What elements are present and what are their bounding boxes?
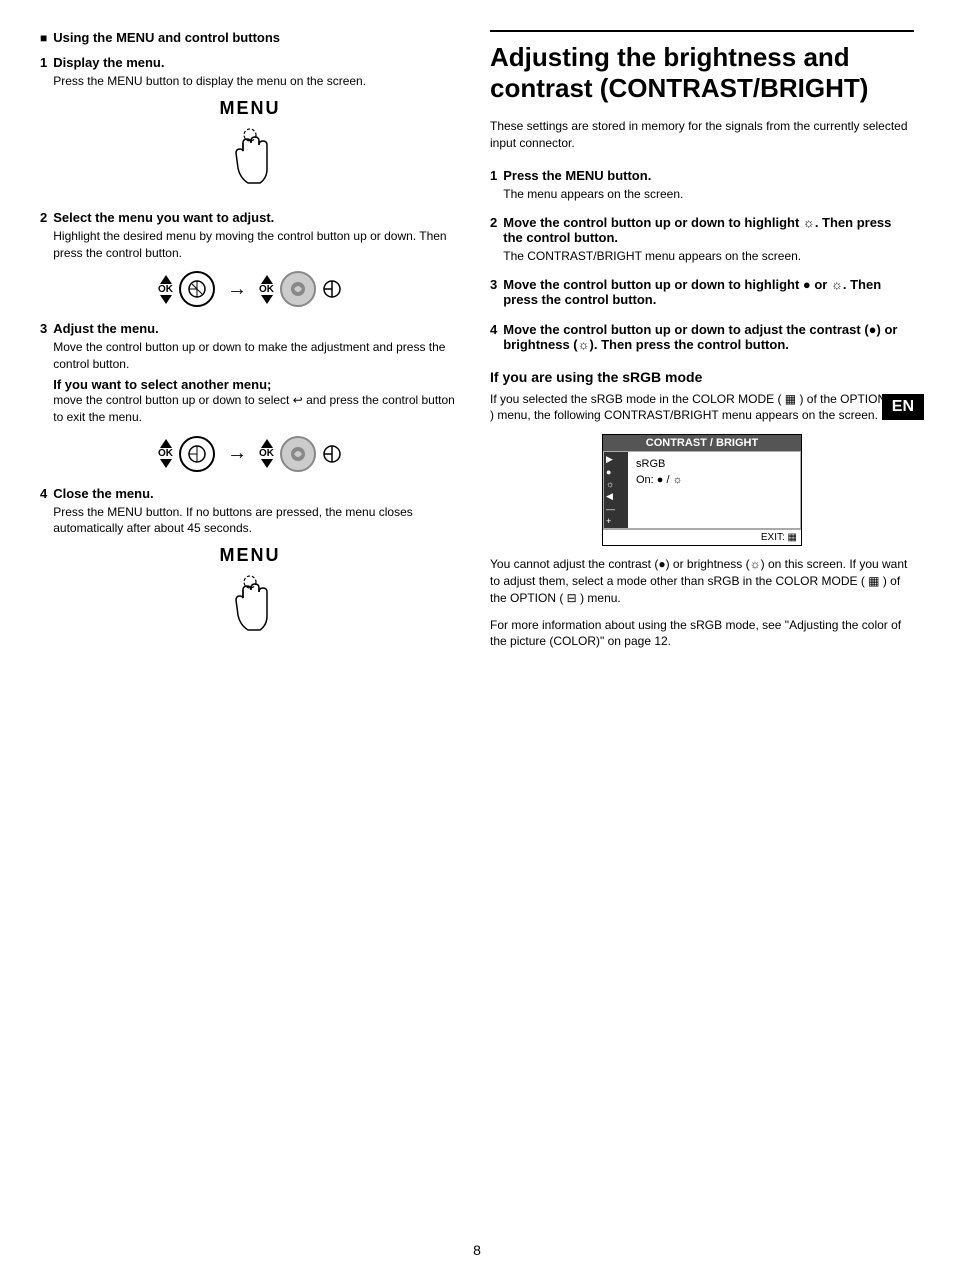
right-step-1-num: 1	[490, 168, 497, 201]
right-step-3-num: 3	[490, 277, 497, 308]
hand-icon-4	[40, 570, 460, 643]
step-2-title: Select the menu you want to adjust.	[53, 210, 460, 225]
sidebar-item-6: +	[606, 516, 626, 526]
step-1-title: Display the menu.	[53, 55, 366, 70]
right-step-4: 4 Move the control button up or down to …	[490, 322, 914, 355]
srgb-text2: You cannot adjust the contrast (●) or br…	[490, 556, 914, 606]
menu-row-on: On: ● / ☼	[636, 472, 792, 488]
menu-screen-title: CONTRAST / BRIGHT	[603, 435, 801, 451]
en-badge: EN	[882, 394, 924, 420]
srgb-title: If you are using the sRGB mode	[490, 369, 914, 385]
step-3-num: 3	[40, 321, 47, 336]
step-4-title: Close the menu.	[53, 486, 460, 501]
menu-label-4: MENU	[40, 545, 460, 566]
hand-icon-1	[40, 123, 460, 196]
arrow-up-icon-2	[261, 275, 273, 284]
right-column: Adjusting the brightness and contrast (C…	[490, 30, 914, 1196]
step-1-num: 1	[40, 55, 47, 70]
control-diagram-2: OK →	[40, 271, 460, 307]
sidebar-item-2: ●	[606, 467, 626, 477]
arrow-down-icon	[160, 295, 172, 304]
right-title: Adjusting the brightness and contrast (C…	[490, 42, 914, 104]
step-2-num: 2	[40, 210, 47, 225]
right-step-2-title: Move the control button up or down to hi…	[503, 215, 914, 245]
sidebar-item-4: ◀	[606, 491, 626, 502]
section-title: Using the MENU and control buttons	[40, 30, 460, 45]
right-step-2-text: The CONTRAST/BRIGHT menu appears on the …	[503, 248, 914, 265]
srgb-text1: If you selected the sRGB mode in the COL…	[490, 391, 914, 425]
right-step-2: 2 Move the control button up or down to …	[490, 215, 914, 265]
page-number: 8	[0, 1226, 954, 1274]
if-title: If you want to select another menu;	[53, 377, 271, 392]
circle-btn-4	[280, 436, 316, 472]
arrow-right-icon: →	[227, 278, 247, 301]
right-step-4-num: 4	[490, 322, 497, 353]
right-step-1-title: Press the MENU button.	[503, 168, 683, 183]
right-step-1: 1 Press the MENU button. The menu appear…	[490, 168, 914, 203]
arrow-down-icon-4	[261, 459, 273, 468]
circle-btn-1	[179, 271, 215, 307]
step-4-num: 4	[40, 486, 47, 501]
left-column: Using the MENU and control buttons 1 Dis…	[40, 30, 460, 1196]
right-step-2-num: 2	[490, 215, 497, 263]
arrow-down-icon-3	[160, 459, 172, 468]
arrow-up-icon-3	[160, 439, 172, 448]
circle-btn-3	[179, 436, 215, 472]
step-1-text: Press the MENU button to display the men…	[53, 73, 366, 90]
page: Using the MENU and control buttons 1 Dis…	[0, 0, 954, 1274]
arrow-up-icon	[160, 275, 172, 284]
menu-label-1: MENU	[40, 98, 460, 119]
sidebar-item-3: ☼	[606, 479, 626, 489]
right-step-3-title: Move the control button up or down to hi…	[503, 277, 914, 307]
arrow-right-icon-2: →	[227, 442, 247, 465]
srgb-text3: For more information about using the sRG…	[490, 617, 914, 651]
menu-exit: EXIT: ▦	[603, 529, 801, 545]
step-1-block: 1 Display the menu. Press the MENU butto…	[40, 55, 460, 196]
circle-btn-2	[280, 271, 316, 307]
right-step-4-title: Move the control button up or down to ad…	[503, 322, 914, 352]
step-3-title: Adjust the menu.	[53, 321, 460, 336]
menu-screen-content: sRGB On: ● / ☼	[628, 452, 800, 528]
step-4-text: Press the MENU button. If no buttons are…	[53, 504, 460, 538]
sidebar-item-5: —	[606, 504, 626, 514]
arrow-down-icon-2	[261, 295, 273, 304]
right-step-1-text: The menu appears on the screen.	[503, 186, 683, 203]
menu-screen-sidebar: ▶ ● ☼ ◀ — +	[604, 452, 628, 528]
step-2-text: Highlight the desired menu by moving the…	[53, 228, 460, 262]
if-text: move the control button up or down to se…	[53, 392, 460, 426]
right-intro: These settings are stored in memory for …	[490, 118, 914, 152]
step-4-block: 4 Close the menu. Press the MENU button.…	[40, 486, 460, 644]
step-3-text: Move the control button up or down to ma…	[53, 339, 460, 373]
step-2-block: 2 Select the menu you want to adjust. Hi…	[40, 210, 460, 308]
control-diagram-3: OK → OK	[40, 436, 460, 472]
menu-row-srgb: sRGB	[636, 456, 792, 472]
sidebar-item-1: ▶	[606, 454, 626, 465]
step-3-block: 3 Adjust the menu. Move the control butt…	[40, 321, 460, 471]
arrow-up-icon-4	[261, 439, 273, 448]
right-step-3: 3 Move the control button up or down to …	[490, 277, 914, 310]
menu-screen: CONTRAST / BRIGHT ▶ ● ☼ ◀ — + sRGB On: ●…	[602, 434, 802, 546]
